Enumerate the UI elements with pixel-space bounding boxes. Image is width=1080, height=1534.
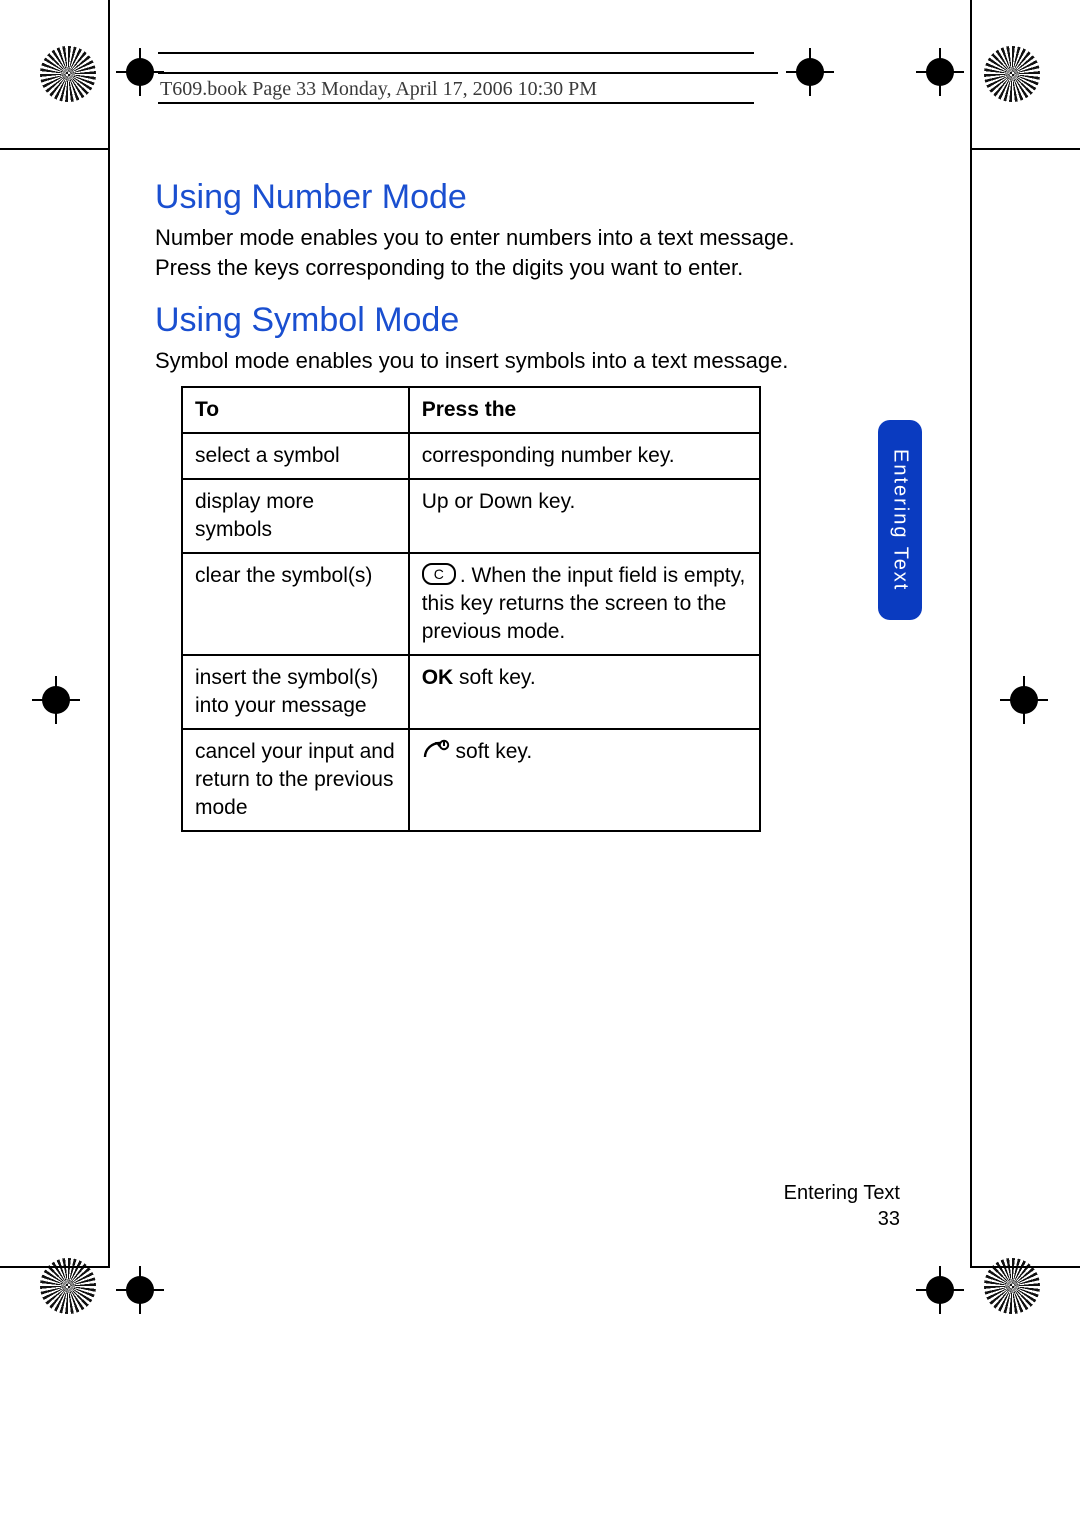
table-cell-to: select a symbol [182, 433, 409, 479]
heading-symbol-mode: Using Symbol Mode [155, 301, 820, 340]
register-mark-icon [790, 52, 830, 92]
table-cell-to: insert the symbol(s) into your message [182, 655, 409, 729]
section-tab: Entering Text [878, 420, 922, 620]
register-mark-icon [36, 680, 76, 720]
register-mark-icon [120, 52, 160, 92]
table-header-press: Press the [409, 387, 760, 433]
power-key-icon [422, 739, 450, 769]
register-mark-icon [120, 1270, 160, 1310]
paragraph-symbol-mode: Symbol mode enables you to insert symbol… [155, 346, 820, 376]
table-cell-to: clear the symbol(s) [182, 553, 409, 655]
page-footer: Entering Text 33 [0, 1180, 900, 1232]
crop-fan-icon [40, 46, 96, 102]
table-cell-press-text: . When the input field is empty, this ke… [422, 564, 746, 643]
running-header: T609.book Page 33 Monday, April 17, 2006… [160, 78, 597, 101]
table-cell-press: soft key. [409, 729, 760, 831]
table-row: cancel your input and return to the prev… [182, 729, 760, 831]
symbol-mode-table: To Press the select a symbol correspondi… [181, 386, 761, 832]
table-row: insert the symbol(s) into your message O… [182, 655, 760, 729]
footer-section: Entering Text [0, 1180, 900, 1206]
ok-label: OK [422, 666, 454, 689]
table-cell-to: cancel your input and return to the prev… [182, 729, 409, 831]
heading-number-mode: Using Number Mode [155, 178, 820, 217]
table-row: select a symbol corresponding number key… [182, 433, 760, 479]
table-cell-press: OK soft key. [409, 655, 760, 729]
table-header-to: To [182, 387, 409, 433]
c-key-icon: C [422, 563, 456, 585]
table-cell-press: Up or Down key. [409, 479, 760, 553]
crop-fan-icon [984, 46, 1040, 102]
table-row: display more symbols Up or Down key. [182, 479, 760, 553]
footer-page-number: 33 [0, 1206, 900, 1232]
paragraph-number-mode: Number mode enables you to enter numbers… [155, 223, 820, 283]
table-cell-press: C. When the input field is empty, this k… [409, 553, 760, 655]
crop-fan-icon [40, 1258, 96, 1314]
register-mark-icon [1004, 680, 1044, 720]
table-header-row: To Press the [182, 387, 760, 433]
table-cell-press-text: soft key. [453, 666, 535, 689]
table-cell-press-text: soft key. [450, 740, 532, 763]
register-mark-icon [920, 1270, 960, 1310]
crop-fan-icon [984, 1258, 1040, 1314]
table-cell-to: display more symbols [182, 479, 409, 553]
register-mark-icon [920, 52, 960, 92]
table-cell-press: corresponding number key. [409, 433, 760, 479]
table-row: clear the symbol(s) C. When the input fi… [182, 553, 760, 655]
